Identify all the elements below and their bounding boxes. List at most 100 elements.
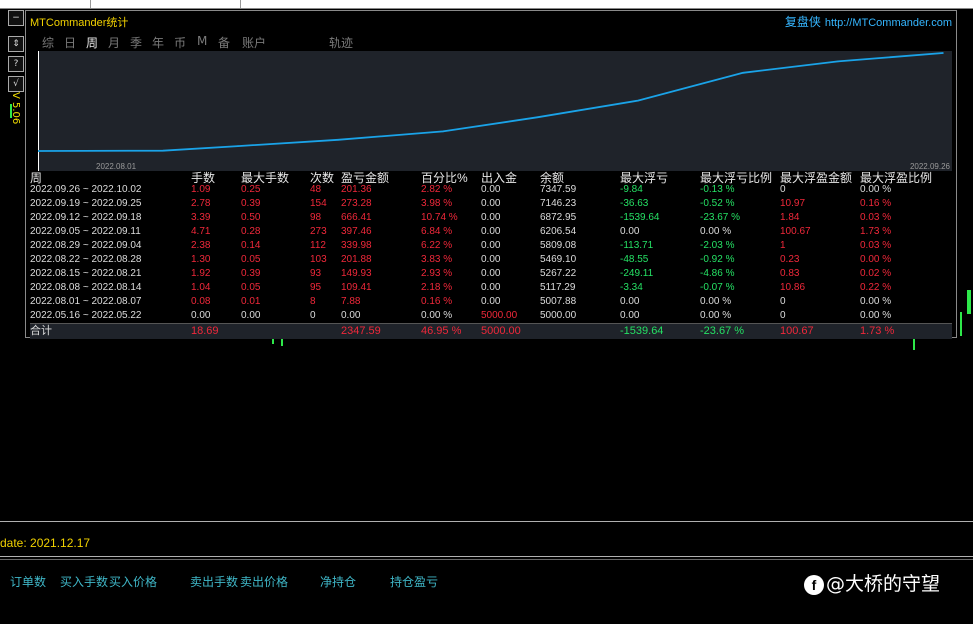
- table-cell: 2022.08.01 ~ 2022.08.07: [30, 296, 142, 307]
- equity-point-1: [162, 149, 164, 152]
- table-cell: 2022.09.12 ~ 2022.09.18: [30, 212, 142, 223]
- total-lots: 18.69: [191, 325, 219, 337]
- tab-10[interactable]: 轨迹: [329, 34, 353, 51]
- tab-6[interactable]: 币: [174, 34, 186, 51]
- table-cell: 0.23: [780, 254, 800, 265]
- table-cell: 0.00: [191, 310, 211, 321]
- move-icon[interactable]: ⇕: [8, 36, 24, 52]
- tab-7[interactable]: M: [197, 34, 207, 48]
- table-cell: 6.22 %: [421, 240, 453, 251]
- table-cell: -23.67 %: [700, 212, 741, 223]
- table-cell: 0.00 %: [700, 310, 732, 321]
- table-cell: 109.41: [341, 282, 372, 293]
- table-row[interactable]: 2022.08.01 ~ 2022.08.07 0.08 0.01 8 7.88 0.16…: [30, 295, 952, 309]
- table-cell: 1: [780, 240, 786, 251]
- divider: [0, 559, 973, 560]
- table-cell: 0: [780, 184, 786, 195]
- table-cell: 0.00: [241, 310, 261, 321]
- tab-5[interactable]: 年: [152, 34, 164, 51]
- tab-0[interactable]: 综: [42, 34, 54, 51]
- table-cell: 1.30: [191, 254, 211, 265]
- bottom-nav-item-0[interactable]: 订单数: [10, 573, 46, 590]
- tab-3[interactable]: 月: [108, 34, 120, 51]
- table-cell: 0.00 %: [860, 310, 892, 321]
- table-cell: 0.00 %: [700, 296, 732, 307]
- table-cell: -1539.64: [620, 212, 660, 223]
- table-cell: -2.03 %: [700, 240, 735, 251]
- table-cell: 2.78: [191, 198, 211, 209]
- facebook-icon: f: [804, 574, 824, 595]
- table-cell: 5000.00: [481, 310, 518, 321]
- site-url[interactable]: http://MTCommander.com: [825, 17, 952, 29]
- tab-1[interactable]: 日: [64, 34, 76, 51]
- table-cell: 2.18 %: [421, 282, 453, 293]
- brand-link[interactable]: 复盘侠 http://MTCommander.com: [785, 13, 952, 30]
- minimize-button[interactable]: −: [8, 10, 24, 26]
- table-cell: 10.97: [780, 198, 806, 209]
- equity-point-4: [442, 130, 444, 133]
- table-cell: 10.74 %: [421, 212, 458, 223]
- tab-2[interactable]: 周: [86, 34, 98, 51]
- table-cell: 0.00 %: [860, 296, 892, 307]
- check-icon[interactable]: √: [8, 76, 24, 92]
- total-max-fp-pct: 1.73 %: [860, 325, 895, 337]
- equity-point-2: [237, 145, 239, 147]
- table-cell: 3.39: [191, 212, 211, 223]
- left-toolbar: − ⇕ ? √: [8, 10, 24, 96]
- table-cell: 0.02 %: [860, 268, 892, 279]
- table-row[interactable]: 2022.05.16 ~ 2022.05.22 0.00 0.00 0 0.00 0.00…: [30, 309, 952, 323]
- table-cell: 2022.09.19 ~ 2022.09.25: [30, 198, 142, 209]
- brand-name: 复盘侠: [784, 15, 821, 29]
- tab-9[interactable]: 账户: [242, 34, 266, 51]
- table-cell: 6.84 %: [421, 226, 453, 237]
- table-cell: 0.00: [481, 240, 501, 251]
- bottom-nav-item-6[interactable]: 持仓盈亏: [390, 573, 438, 590]
- table-row[interactable]: 2022.08.29 ~ 2022.09.04 2.38 0.14 112 339.98…: [30, 239, 952, 253]
- table-cell: 6872.95: [540, 212, 577, 223]
- divider: [0, 556, 973, 557]
- table-cell: -0.07 %: [700, 282, 735, 293]
- candle-mark: [960, 312, 962, 336]
- table-cell: 1.73 %: [860, 226, 892, 237]
- stats-table: 周手数 最大手数 次数 盈亏金额 百分比% 出入金 余额 最大浮亏 最大浮亏比例 最大浮盈金额 最大…: [30, 169, 952, 339]
- table-cell: 0.05: [241, 254, 261, 265]
- table-cell: 0.01: [241, 296, 261, 307]
- total-pct: 46.95 %: [421, 325, 462, 337]
- bottom-nav-item-5[interactable]: 净持仓: [320, 573, 356, 590]
- table-row[interactable]: 2022.09.26 ~ 2022.10.02 1.09 0.25 48 201.36 2…: [30, 183, 952, 197]
- table-cell: 0.00: [481, 254, 501, 265]
- table-row[interactable]: 2022.09.12 ~ 2022.09.18 3.39 0.50 98 666.41 1…: [30, 211, 952, 225]
- table-cell: -249.11: [620, 268, 654, 279]
- table-cell: 93: [310, 268, 322, 279]
- table-cell: 5469.10: [540, 254, 577, 265]
- table-cell: 2022.08.08 ~ 2022.08.14: [30, 282, 142, 293]
- table-cell: 1.09: [191, 184, 211, 195]
- table-cell: 0.08: [191, 296, 211, 307]
- equity-point-3: [337, 139, 339, 141]
- table-cell: 4.71: [191, 226, 211, 237]
- update-date: date: 2021.12.17: [0, 536, 91, 550]
- total-max-fp: 100.67: [780, 325, 814, 337]
- tab-4[interactable]: 季: [130, 34, 142, 51]
- table-cell: -9.84: [620, 184, 643, 195]
- table-row[interactable]: 2022.08.08 ~ 2022.08.14 1.04 0.05 95 109.41 2…: [30, 281, 952, 295]
- table-cell: 0.00 %: [860, 184, 892, 195]
- table-cell: 0.00: [481, 296, 501, 307]
- table-cell: -3.34: [620, 282, 643, 293]
- bottom-nav-item-1[interactable]: 买入手数: [60, 573, 108, 590]
- table-cell: -36.63: [620, 198, 649, 209]
- table-cell: 0.28: [241, 226, 261, 237]
- tab-8[interactable]: 备: [218, 34, 230, 51]
- table-row[interactable]: 2022.09.19 ~ 2022.09.25 2.78 0.39 154 273.28…: [30, 197, 952, 211]
- table-row[interactable]: 2022.08.22 ~ 2022.08.28 1.30 0.05 103 201.88…: [30, 253, 952, 267]
- table-row[interactable]: 2022.09.05 ~ 2022.09.11 4.71 0.28 273 397.46…: [30, 225, 952, 239]
- table-cell: 2022.05.16 ~ 2022.05.22: [30, 310, 142, 321]
- table-cell: 98: [310, 212, 322, 223]
- bottom-nav-item-3[interactable]: 卖出手数: [190, 573, 238, 590]
- help-icon[interactable]: ?: [8, 56, 24, 72]
- table-cell: 112: [310, 240, 326, 251]
- table-row[interactable]: 2022.08.15 ~ 2022.08.21 1.92 0.39 93 149.93 2…: [30, 267, 952, 281]
- equity-point-9: [942, 52, 944, 54]
- bottom-nav-item-4[interactable]: 卖出价格: [240, 573, 288, 590]
- bottom-nav-item-2[interactable]: 买入价格: [109, 573, 157, 590]
